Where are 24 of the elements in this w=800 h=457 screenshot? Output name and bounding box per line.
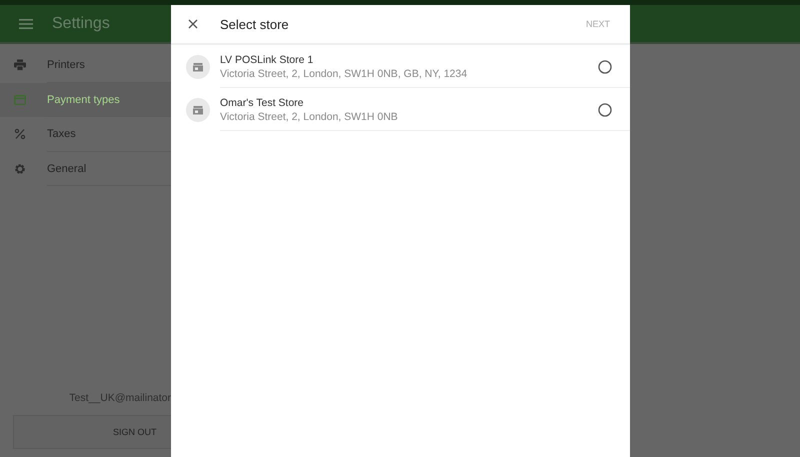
- store-list-item[interactable]: LV POSLink Store 1 Victoria Street, 2, London, SW1H 0NB, GB, NY, 1234: [186, 45, 630, 88]
- card-icon: [14, 94, 26, 105]
- store-address: Victoria Street, 2, London, SW1H 0NB: [220, 110, 399, 122]
- store-name: Omar's Test Store: [220, 96, 305, 108]
- next-button[interactable]: NEXT: [580, 18, 616, 30]
- close-icon[interactable]: [188, 19, 198, 29]
- store-icon: [186, 54, 210, 78]
- dialog-title: Select store: [220, 16, 290, 32]
- store-icon: [186, 98, 210, 122]
- settings-icon: [14, 162, 26, 175]
- sidebar-item[interactable]: General: [0, 152, 171, 186]
- store-name: LV POSLink Store 1: [220, 54, 314, 66]
- sidebar-item[interactable]: Payment types: [0, 82, 171, 117]
- account-email: Test__UK@mailinator: [69, 392, 171, 404]
- store-address: Victoria Street, 2, London, SW1H 0NB, GB, NY, 1234: [220, 68, 468, 80]
- menu-icon[interactable]: [19, 18, 33, 28]
- app-title: Settings: [52, 14, 110, 32]
- percent-icon: [14, 128, 26, 140]
- radio-button[interactable]: [598, 102, 612, 116]
- store-list-item[interactable]: Omar's Test Store Victoria Street, 2, London, SW1H 0NB: [186, 88, 630, 131]
- radio-button[interactable]: [598, 60, 612, 74]
- sidebar-item[interactable]: Taxes: [0, 117, 171, 152]
- sidebar-item[interactable]: Printers: [0, 48, 171, 82]
- printer-icon: [14, 59, 26, 72]
